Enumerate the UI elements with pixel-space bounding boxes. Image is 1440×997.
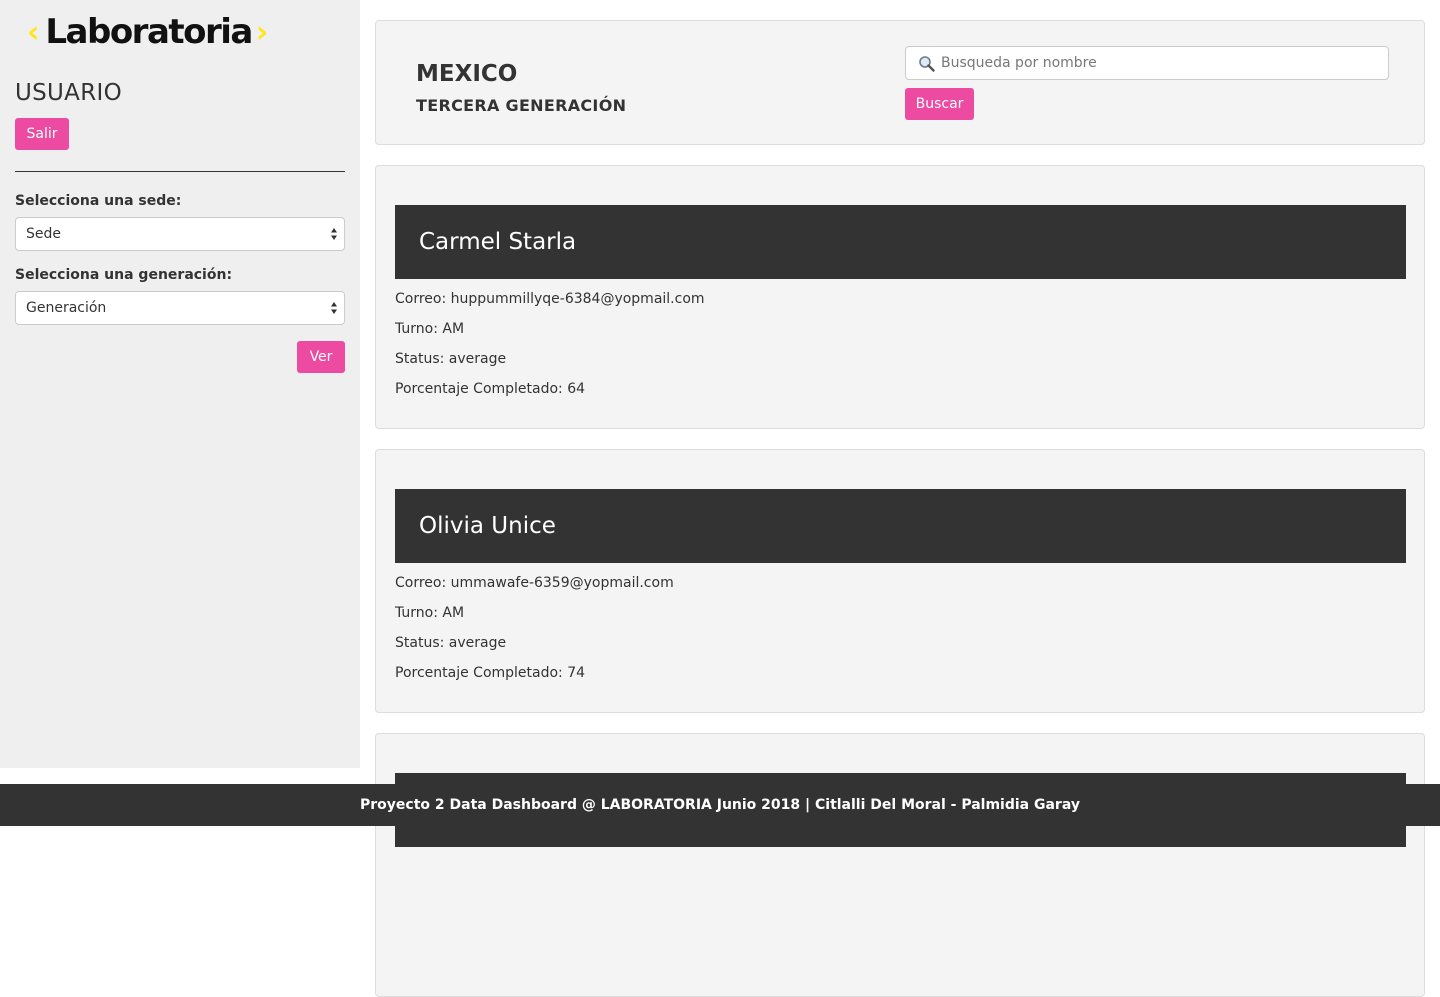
student-turn: Turno: AM — [395, 605, 465, 621]
student-turn: Turno: AM — [395, 321, 465, 337]
student-email: Correo: huppummillyqe-6384@yopmail.com — [395, 291, 705, 307]
sede-select-label: Selecciona una sede: — [15, 193, 182, 209]
student-percent: Porcentaje Completado: 64 — [395, 381, 586, 397]
header-panel: MEXICO TERCERA GENERACIÓN Buscar — [375, 20, 1425, 145]
search-icon — [919, 55, 935, 72]
sede-select-value: Sede — [26, 226, 61, 242]
generation-title: TERCERA GENERACIÓN — [416, 96, 627, 115]
generation-select-value: Generación — [26, 300, 107, 316]
search-field[interactable] — [905, 46, 1389, 80]
search-button[interactable]: Buscar — [905, 88, 974, 120]
student-status: Status: average — [395, 635, 507, 651]
student-percent: Porcentaje Completado: 74 — [395, 665, 586, 681]
student-name: Olivia Unice — [395, 489, 1406, 563]
student-email: Correo: ummawafe-6359@yopmail.com — [395, 575, 674, 591]
view-button[interactable]: Ver — [297, 341, 345, 373]
chevron-right-icon: › — [255, 14, 269, 50]
generation-select-label: Selecciona una generación: — [15, 267, 233, 283]
page-footer: Proyecto 2 Data Dashboard @ LABORATORIA … — [0, 784, 1440, 826]
select-arrows-icon — [331, 302, 337, 314]
search-input[interactable] — [941, 55, 1381, 71]
student-name: Carmel Starla — [395, 205, 1406, 279]
sede-select[interactable]: Sede — [15, 217, 345, 251]
user-title: USUARIO — [15, 80, 122, 106]
logout-button[interactable]: Salir — [15, 118, 69, 150]
logo-text: Laboratoria — [45, 12, 253, 52]
student-status: Status: average — [395, 351, 507, 367]
select-arrows-icon — [331, 228, 337, 240]
sidebar: ‹ Laboratoria › USUARIO Salir Selecciona… — [0, 0, 360, 768]
student-card: Olivia Unice Correo: ummawafe-6359@yopma… — [375, 449, 1425, 713]
generation-select[interactable]: Generación — [15, 291, 345, 325]
sede-title: MEXICO — [416, 61, 518, 87]
student-card-partial — [375, 733, 1425, 997]
laboratoria-logo[interactable]: ‹ Laboratoria › — [27, 12, 268, 52]
sidebar-divider — [15, 171, 345, 172]
student-card: Carmel Starla Correo: huppummillyqe-6384… — [375, 165, 1425, 429]
chevron-left-icon: ‹ — [27, 14, 40, 50]
